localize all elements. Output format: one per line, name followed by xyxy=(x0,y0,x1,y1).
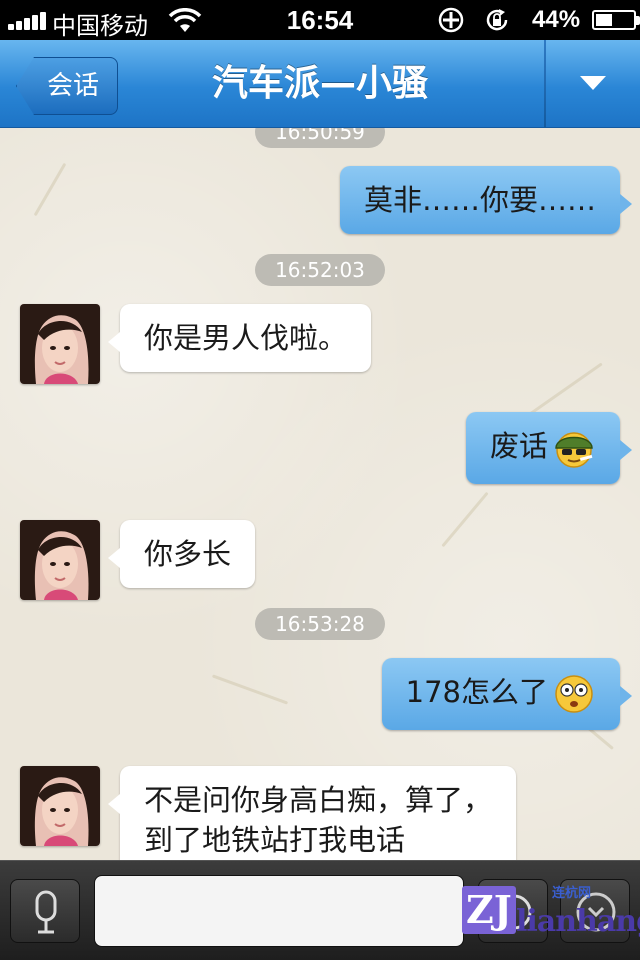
watermark-text: lianhang xyxy=(516,904,640,939)
outgoing-message[interactable]: 废话 xyxy=(465,412,633,484)
background-leaf xyxy=(211,674,289,705)
contact-avatar[interactable] xyxy=(20,520,100,600)
background-leaf xyxy=(33,162,67,217)
watermark-zj: ZJ xyxy=(462,886,516,934)
chat-area[interactable]: 16:50:59 莫非……你要…… 16:52:03 你是男人伐啦。 废话 你多… xyxy=(0,128,640,860)
background-leaf xyxy=(441,491,489,548)
battery-percent: 44% xyxy=(532,6,581,33)
location-icon xyxy=(438,7,464,33)
microphone-icon xyxy=(35,890,57,934)
watermark-small-text: 连杭网 xyxy=(552,886,592,901)
rotation-lock-icon xyxy=(486,9,508,31)
timestamp: 16:53:28 xyxy=(0,608,640,640)
voice-button[interactable] xyxy=(10,879,80,943)
battery-icon xyxy=(592,10,640,30)
background-leaf xyxy=(527,362,603,417)
nav-divider xyxy=(544,40,546,128)
incoming-message[interactable]: 你多长 xyxy=(107,520,256,588)
contact-avatar[interactable] xyxy=(20,304,100,384)
incoming-message[interactable]: 不是问你身高白痴，算了， 到了地铁站打我电话 xyxy=(107,766,517,860)
timestamp: 16:50:59 xyxy=(0,128,640,148)
outgoing-message[interactable]: 178怎么了 xyxy=(381,658,633,730)
surprised-emoji-icon xyxy=(555,675,593,713)
incoming-message[interactable]: 你是男人伐啦。 xyxy=(107,304,372,372)
soldier-smoking-emoji-icon xyxy=(555,432,593,468)
contact-avatar[interactable] xyxy=(20,766,100,846)
timestamp: 16:52:03 xyxy=(0,254,640,286)
message-input[interactable] xyxy=(94,875,464,947)
dropdown-arrow-icon[interactable] xyxy=(580,76,606,90)
watermark-logo: ZJ 连杭网 lianhang xyxy=(456,878,640,950)
outgoing-message[interactable]: 莫非……你要…… xyxy=(339,166,633,234)
back-button[interactable]: 会话 xyxy=(16,57,119,115)
chat-title: 汽车派—小骚 xyxy=(211,63,428,104)
nav-bar: 会话 汽车派—小骚 xyxy=(0,40,640,128)
status-bar: 中国移动 16:54 44% xyxy=(0,0,640,40)
